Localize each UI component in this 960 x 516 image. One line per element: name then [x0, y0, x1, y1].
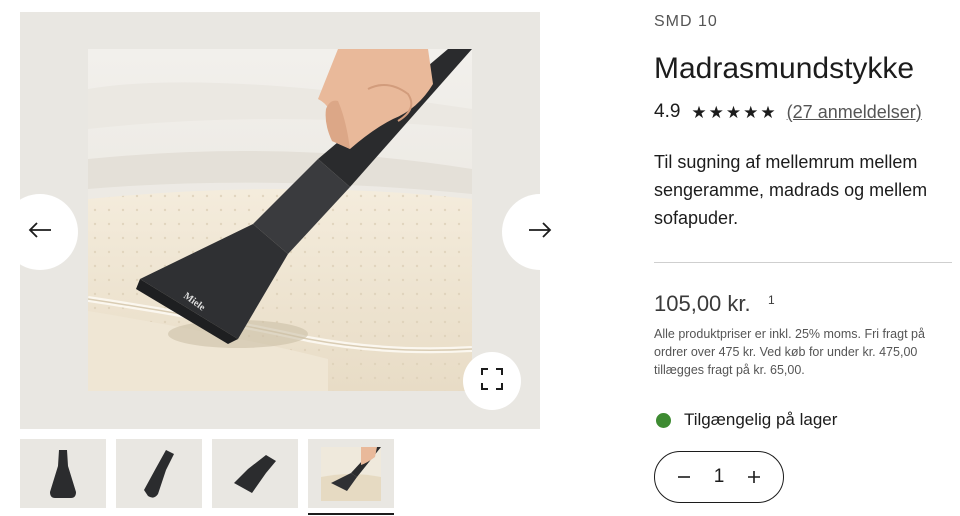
- product-page: Miele SMD 10 Madrasmundstykke 4.9 ★ ★ ★ …: [0, 0, 960, 516]
- minus-icon: [677, 466, 691, 488]
- star-icon: ★: [760, 102, 776, 122]
- arrow-left-icon: [28, 221, 52, 244]
- gallery-prev-button[interactable]: [2, 194, 78, 270]
- reviews-link[interactable]: (27 anmeldelser): [787, 102, 922, 123]
- quantity-increment-button[interactable]: [741, 464, 767, 490]
- arrow-right-icon: [528, 221, 552, 244]
- rating-value: 4.9: [654, 101, 681, 122]
- stock-text: Tilgængelig på lager: [684, 410, 838, 429]
- fullscreen-icon: [481, 367, 503, 395]
- star-icon: ★: [691, 102, 707, 122]
- quantity-value[interactable]: 1: [714, 466, 725, 488]
- product-price: 105,00 kr.: [654, 291, 751, 316]
- product-image: Miele: [88, 49, 472, 391]
- product-sku: SMD 10: [654, 13, 718, 30]
- price-footnote: 1: [768, 293, 775, 307]
- star-rating: ★ ★ ★ ★ ★: [691, 104, 775, 121]
- product-title: Madrasmundstykke: [654, 52, 915, 85]
- quantity-stepper: 1: [654, 451, 784, 503]
- thumbnail-3[interactable]: [212, 439, 298, 508]
- gallery-main: Miele: [2, 12, 578, 429]
- product-description: Til sugning af mellemrum mellem sengeram…: [654, 152, 928, 228]
- star-icon: ★: [708, 102, 724, 122]
- divider: [654, 262, 952, 263]
- star-icon: ★: [725, 102, 742, 122]
- price-info-text: Alle produktpriser er inkl. 25% moms. Fr…: [654, 327, 925, 377]
- star-icon: ★: [743, 102, 759, 122]
- in-stock-dot-icon: [656, 412, 671, 428]
- thumbnail-2[interactable]: [116, 439, 202, 508]
- rating-row: 4.9 ★ ★ ★ ★ ★ (27 anmeldelser): [654, 101, 922, 123]
- fullscreen-button[interactable]: [463, 352, 521, 410]
- plus-icon: [747, 466, 761, 488]
- thumbnail-4[interactable]: [308, 439, 394, 508]
- stock-status: Tilgængelig på lager: [654, 410, 837, 430]
- thumbnail-1[interactable]: [20, 439, 106, 508]
- active-thumbnail-indicator: [308, 513, 394, 515]
- quantity-decrement-button[interactable]: [671, 464, 697, 490]
- gallery-next-button[interactable]: [502, 194, 578, 270]
